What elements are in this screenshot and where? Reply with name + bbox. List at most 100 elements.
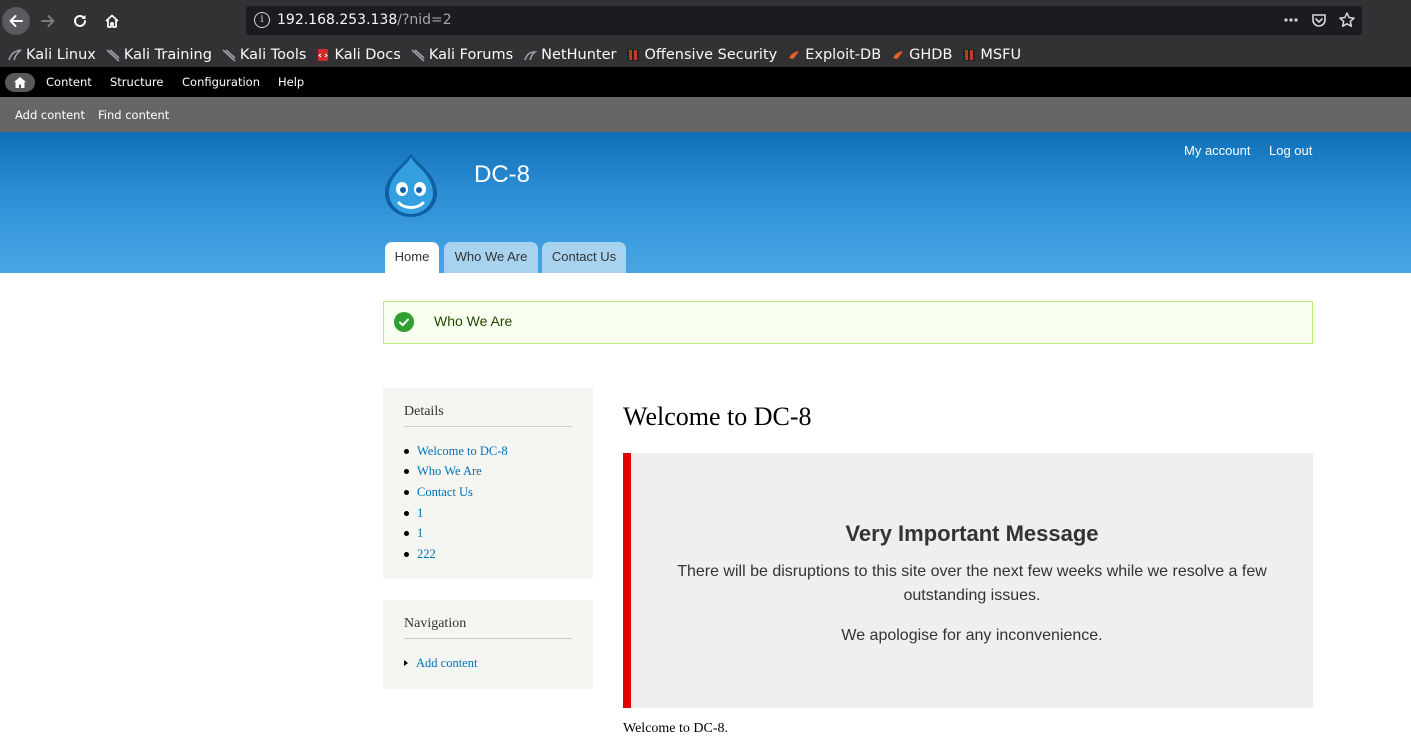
list-item: Welcome to DC-8: [404, 441, 508, 462]
details-link-list: Welcome to DC-8 Who We Are Contact Us 1 …: [404, 441, 508, 565]
toolbar-home-button[interactable]: [5, 73, 35, 92]
my-account-link[interactable]: My account: [1184, 143, 1250, 158]
home-icon: [105, 14, 119, 28]
bookmark-label: Kali Linux: [26, 46, 96, 63]
bullet-icon: [404, 489, 409, 495]
kali-docs-icon: [318, 48, 329, 61]
bookmark-label: Kali Tools: [239, 46, 307, 63]
site-name[interactable]: DC-8: [474, 161, 530, 189]
kali-icon: [8, 48, 22, 60]
navigation-link-add-content[interactable]: Add content: [416, 656, 477, 671]
bookmark-label: Kali Docs: [334, 46, 401, 63]
kali-icon: [411, 48, 425, 62]
list-item: 1: [404, 503, 508, 524]
reload-icon: [74, 14, 86, 27]
shortcut-add-content[interactable]: Add content: [15, 108, 85, 122]
admin-toolbar: Content Structure Configuration Help: [0, 67, 1411, 97]
notice-text: There will be disruptions to this site o…: [677, 563, 1267, 604]
log-out-link[interactable]: Log out: [1269, 143, 1312, 158]
list-item: Who We Are: [404, 462, 508, 483]
details-link[interactable]: 1: [417, 506, 423, 521]
shortcut-find-content[interactable]: Find content: [98, 108, 169, 122]
details-link[interactable]: 222: [417, 547, 436, 562]
toolbar-item-configuration[interactable]: Configuration: [182, 75, 260, 89]
page-actions-icon[interactable]: [1282, 11, 1300, 29]
bullet-icon: [404, 448, 409, 454]
bookmark-label: Kali Forums: [428, 46, 514, 63]
ghdb-icon: [893, 50, 904, 59]
info-icon[interactable]: i: [254, 12, 270, 28]
bookmark-label: Exploit-DB: [805, 46, 882, 63]
offsec-icon: [627, 48, 640, 61]
bookmark-ghdb[interactable]: GHDB: [891, 47, 952, 63]
home-button[interactable]: [98, 7, 126, 35]
back-button[interactable]: [2, 7, 30, 35]
url-host: 192.168.253.138: [277, 12, 398, 28]
msfu-icon: [963, 48, 976, 61]
drupal-drop-icon: [385, 153, 437, 217]
notice-apology: We apologise for any inconvenience.: [841, 627, 1103, 644]
url-bar[interactable]: i 192.168.253.138/?nid=2: [246, 6, 1362, 35]
arrow-right-icon: [41, 15, 55, 27]
kali-icon: [222, 48, 236, 62]
bookmark-label: MSFU: [980, 46, 1022, 63]
details-block-title: Details: [404, 404, 572, 427]
reload-button[interactable]: [66, 7, 94, 35]
toolbar-item-structure[interactable]: Structure: [110, 75, 164, 89]
url-path: /?nid=2: [397, 12, 452, 28]
bullet-icon: [404, 531, 409, 537]
bookmark-label: Kali Training: [123, 46, 212, 63]
bookmark-kali-linux[interactable]: Kali Linux: [8, 47, 96, 63]
navigation-block-title: Navigation: [404, 616, 572, 639]
bookmark-kali-forums[interactable]: Kali Forums: [411, 47, 513, 63]
bookmark-msfu[interactable]: MSFU: [962, 47, 1021, 63]
bookmark-star-icon[interactable]: [1338, 11, 1356, 29]
notice-heading: Very Important Message: [845, 521, 1099, 546]
drupal-logo[interactable]: [380, 151, 442, 223]
bookmark-offensive-security[interactable]: Offensive Security: [626, 47, 777, 63]
kali-icon: [106, 48, 120, 62]
status-message: Who We Are: [383, 301, 1313, 344]
check-icon: [394, 312, 414, 332]
bookmark-kali-docs[interactable]: Kali Docs: [316, 46, 401, 63]
shortcuts-bar: Add content Find content: [0, 97, 1411, 132]
bullet-icon: [404, 510, 409, 516]
body-text: Welcome to DC-8.: [623, 721, 729, 736]
details-link[interactable]: Welcome to DC-8: [417, 444, 508, 459]
status-text: Who We Are: [434, 313, 513, 329]
bookmark-kali-tools[interactable]: Kali Tools: [222, 46, 307, 63]
navigation-block: Navigation Add content: [383, 600, 593, 689]
collapsed-triangle-icon: [404, 660, 408, 667]
browser-nav-bar: i 192.168.253.138/?nid=2: [0, 0, 1411, 42]
toolbar-item-content[interactable]: Content: [46, 75, 92, 89]
pocket-icon[interactable]: [1310, 11, 1328, 29]
url-text[interactable]: 192.168.253.138/?nid=2: [277, 12, 452, 29]
url-actions: [1282, 10, 1356, 30]
navigation-link-list: Add content: [404, 653, 477, 674]
tab-contact-us[interactable]: Contact Us: [542, 242, 626, 273]
home-icon: [14, 77, 26, 88]
exploitdb-icon: [789, 50, 800, 59]
list-item: Add content: [404, 653, 477, 674]
list-item: Contact Us: [404, 482, 508, 503]
details-link[interactable]: 1: [417, 526, 423, 541]
details-link[interactable]: Contact Us: [417, 485, 473, 500]
bullet-icon: [404, 469, 409, 475]
important-notice: Very Important Message There will be dis…: [623, 453, 1313, 708]
tab-home[interactable]: Home: [385, 242, 439, 273]
bookmark-nethunter[interactable]: NetHunter: [523, 47, 616, 63]
list-item: 1: [404, 523, 508, 544]
bookmarks-bar: Kali Linux Kali Training Kali Tools Kali…: [0, 42, 1411, 67]
bookmark-label: NetHunter: [541, 46, 617, 63]
page-title: Welcome to DC-8: [623, 402, 812, 431]
details-link[interactable]: Who We Are: [417, 464, 482, 479]
arrow-left-icon: [9, 15, 23, 27]
nethunter-icon: [524, 50, 538, 60]
site-header: DC-8 My account Log out Home Who We Are …: [0, 132, 1411, 273]
bookmark-kali-training[interactable]: Kali Training: [106, 47, 212, 63]
tab-who-we-are[interactable]: Who We Are: [444, 242, 538, 273]
bookmark-exploit-db[interactable]: Exploit-DB: [787, 47, 881, 63]
details-block: Details Welcome to DC-8 Who We Are Conta…: [383, 388, 593, 579]
toolbar-item-help[interactable]: Help: [278, 75, 304, 89]
forward-button[interactable]: [34, 7, 62, 35]
